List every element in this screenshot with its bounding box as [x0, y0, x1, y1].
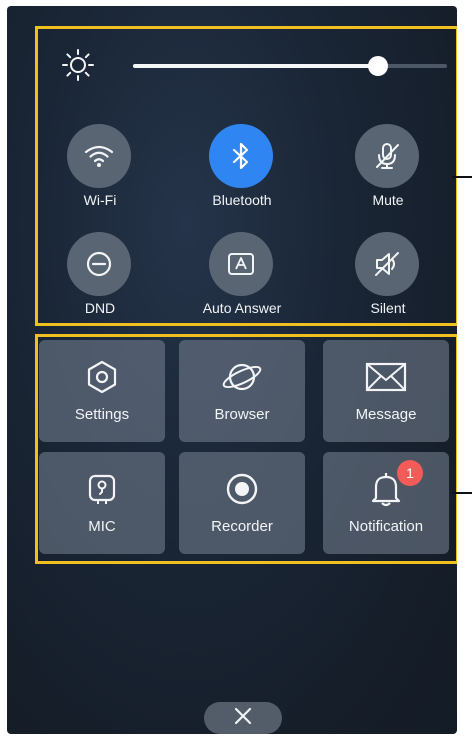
notification-tile[interactable]: 1 Notification	[323, 452, 449, 554]
mic-label: MIC	[88, 518, 116, 535]
minus-circle-icon	[67, 232, 131, 296]
bluetooth-label: Bluetooth	[212, 192, 272, 208]
settings-tile[interactable]: Settings	[39, 340, 165, 442]
wifi-label: Wi-Fi	[83, 192, 117, 208]
control-center-panel: Wi-Fi Bluetooth Mute DND Auto Answer Sil…	[7, 6, 457, 734]
auto-answer-label: Auto Answer	[202, 300, 282, 316]
notification-label: Notification	[348, 518, 424, 535]
planet-icon	[179, 354, 305, 400]
silent-toggle[interactable]: Silent	[333, 232, 443, 332]
envelope-icon	[323, 354, 449, 400]
mute-toggle[interactable]: Mute	[333, 124, 443, 224]
callout-line-quick-settings	[452, 176, 472, 178]
dnd-label: DND	[84, 300, 116, 316]
brightness-slider[interactable]	[133, 56, 447, 76]
notification-badge: 1	[397, 460, 423, 486]
bluetooth-toggle[interactable]: Bluetooth	[187, 124, 297, 224]
message-label: Message	[355, 406, 417, 423]
settings-label: Settings	[74, 406, 130, 423]
speaker-off-icon	[355, 232, 419, 296]
brightness-slider-thumb[interactable]	[367, 56, 388, 76]
browser-tile[interactable]: Browser	[179, 340, 305, 442]
silent-label: Silent	[370, 300, 406, 316]
bell-icon	[323, 466, 449, 512]
mute-label: Mute	[372, 192, 404, 208]
bluetooth-icon	[209, 124, 273, 188]
recorder-label: Recorder	[211, 518, 273, 535]
mic-off-icon	[355, 124, 419, 188]
close-button[interactable]	[204, 702, 282, 734]
mic-tile[interactable]: MIC	[39, 452, 165, 554]
brightness-slider-fill	[133, 64, 378, 68]
recorder-tile[interactable]: Recorder	[179, 452, 305, 554]
auto-answer-icon	[209, 232, 273, 296]
mic-icon	[39, 466, 165, 512]
dnd-toggle[interactable]: DND	[45, 232, 155, 332]
message-tile[interactable]: Message	[323, 340, 449, 442]
record-icon	[179, 466, 305, 512]
wifi-toggle[interactable]: Wi-Fi	[45, 124, 155, 224]
brightness-control	[53, 46, 453, 84]
hexagon-gear-icon	[39, 354, 165, 400]
callout-line-app-shortcuts	[452, 492, 472, 494]
sun-icon	[61, 48, 95, 82]
close-icon	[233, 706, 253, 731]
wifi-icon	[67, 124, 131, 188]
browser-label: Browser	[214, 406, 270, 423]
auto-answer-toggle[interactable]: Auto Answer	[187, 232, 297, 332]
